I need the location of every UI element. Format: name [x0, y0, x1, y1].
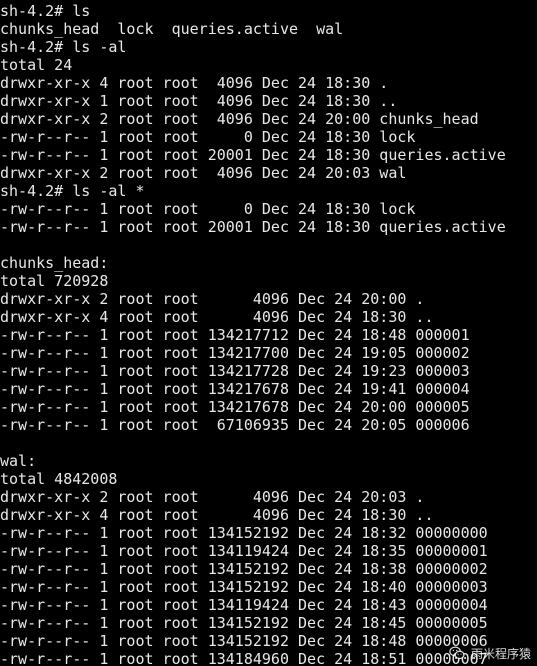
terminal-line: drwxr-xr-x 1 root root 4096 Dec 24 18:30…: [0, 92, 398, 110]
terminal-line: -rw-r--r-- 1 root root 134119424 Dec 24 …: [0, 542, 488, 560]
terminal-line: sh-4.2# ls -al: [0, 38, 127, 56]
terminal-line: -rw-r--r-- 1 root root 134217678 Dec 24 …: [0, 398, 470, 416]
terminal-line: total 720928: [0, 272, 109, 290]
terminal-line: drwxr-xr-x 2 root root 4096 Dec 24 20:03…: [0, 164, 407, 182]
terminal-line: -rw-r--r-- 1 root root 0 Dec 24 18:30 lo…: [0, 128, 416, 146]
terminal-line: wal:: [0, 452, 37, 470]
terminal-line: chunks_head:: [0, 254, 109, 272]
terminal-line: -rw-r--r-- 1 root root 20001 Dec 24 18:3…: [0, 146, 506, 164]
terminal-window[interactable]: sh-4.2# ls chunks_head lock queries.acti…: [0, 0, 537, 666]
watermark-text: 雨米程序猿: [470, 646, 531, 661]
watermark: 雨米程序猿: [448, 644, 531, 662]
terminal-line: -rw-r--r-- 1 root root 134217728 Dec 24 …: [0, 362, 470, 380]
terminal-line: -rw-r--r-- 1 root root 134152192 Dec 24 …: [0, 578, 488, 596]
terminal-line: -rw-r--r-- 1 root root 134217700 Dec 24 …: [0, 344, 470, 362]
terminal-line: drwxr-xr-x 4 root root 4096 Dec 24 18:30…: [0, 74, 389, 92]
terminal-line: drwxr-xr-x 4 root root 4096 Dec 24 18:30…: [0, 506, 434, 524]
terminal-line: chunks_head lock queries.active wal: [0, 20, 344, 38]
terminal-line: -rw-r--r-- 1 root root 134217678 Dec 24 …: [0, 380, 470, 398]
terminal-line: -rw-r--r-- 1 root root 134152192 Dec 24 …: [0, 524, 488, 542]
terminal-line: -rw-r--r-- 1 root root 20001 Dec 24 18:3…: [0, 218, 506, 236]
terminal-line: -rw-r--r-- 1 root root 134217712 Dec 24 …: [0, 326, 470, 344]
terminal-line: -rw-r--r-- 1 root root 134152192 Dec 24 …: [0, 560, 488, 578]
terminal-line: -rw-r--r-- 1 root root 134119424 Dec 24 …: [0, 596, 488, 614]
terminal-line: drwxr-xr-x 2 root root 4096 Dec 24 20:00…: [0, 290, 425, 308]
terminal-line: drwxr-xr-x 2 root root 4096 Dec 24 20:03…: [0, 488, 425, 506]
terminal-line: sh-4.2# ls -al *: [0, 182, 145, 200]
terminal-line: -rw-r--r-- 1 root root 134152192 Dec 24 …: [0, 614, 488, 632]
terminal-line: drwxr-xr-x 4 root root 4096 Dec 24 18:30…: [0, 308, 434, 326]
wechat-logo-icon: [449, 646, 465, 660]
terminal-line: total 4842008: [0, 470, 118, 488]
terminal-line: total 24: [0, 56, 73, 74]
terminal-line: sh-4.2# ls: [0, 2, 91, 20]
terminal-line: -rw-r--r-- 1 root root 67106935 Dec 24 2…: [0, 416, 470, 434]
terminal-line: drwxr-xr-x 2 root root 4096 Dec 24 20:00…: [0, 110, 479, 128]
terminal-line: -rw-r--r-- 1 root root 0 Dec 24 18:30 lo…: [0, 200, 416, 218]
